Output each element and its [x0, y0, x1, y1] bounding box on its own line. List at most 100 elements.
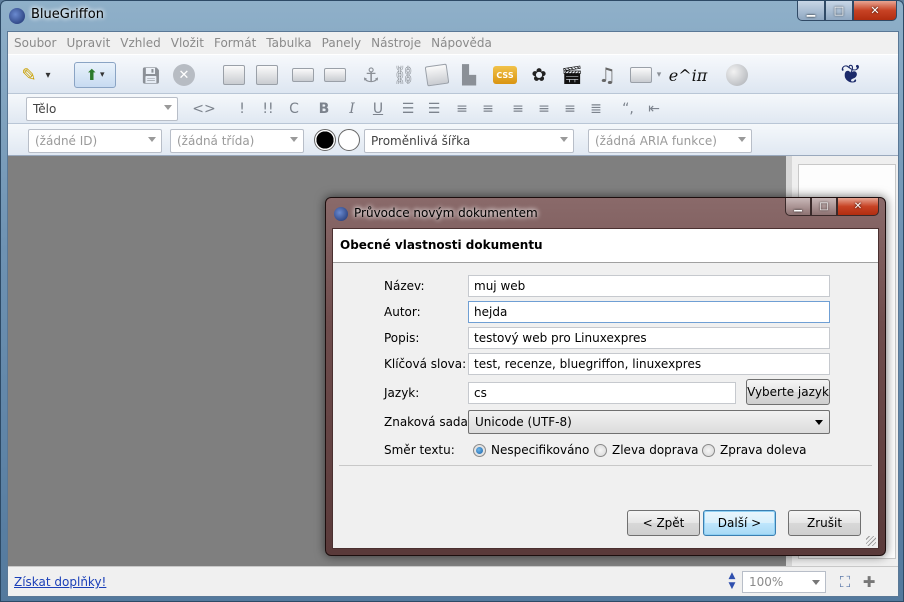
menu-panely[interactable]: Panely [322, 36, 361, 50]
author-input[interactable]: hejda [468, 301, 830, 323]
insert-table-icon[interactable] [221, 62, 247, 88]
menu-soubor[interactable]: Soubor [14, 36, 56, 50]
bluegriffon-app-icon [9, 8, 25, 24]
strong-button[interactable]: !! [258, 98, 278, 120]
code-tag-button[interactable]: <> [190, 98, 218, 120]
direction-rtl-label[interactable]: Zprava doleva [720, 443, 807, 457]
status-bar: Získat doplňky! ▲ ▼ 100% ⛶ ✚ [8, 566, 898, 596]
dialog-header: Obecné vlastnosti dokumentu [333, 229, 878, 263]
bluegriffon-logo-icon: ❦ [840, 60, 862, 90]
chevron-down-icon [560, 137, 568, 142]
resize-grip-icon[interactable] [866, 536, 876, 546]
align-center-icon[interactable]: ≡ [534, 98, 554, 120]
quote-button[interactable]: “, [618, 98, 638, 120]
outdent-icon[interactable]: ≡ [452, 98, 472, 120]
object-dropdown-arrow-icon[interactable]: ▾ [653, 62, 665, 88]
code-button[interactable]: C [284, 98, 304, 120]
new-dropdown-arrow-icon[interactable]: ▾ [42, 62, 54, 88]
css-icon[interactable]: CSS [492, 62, 518, 88]
window-object-icon[interactable] [628, 62, 654, 88]
blocks-icon[interactable]: ▙ [456, 62, 482, 88]
new-document-wizard-dialog: Průvodce novým dokumentem ▁ □ ✕ Obecné v… [325, 197, 886, 556]
class-select[interactable]: (žádná třída) [170, 129, 304, 153]
menu-format[interactable]: Formát [214, 36, 256, 50]
menu-vlozit[interactable]: Vložit [171, 36, 204, 50]
save-disk-icon[interactable]: 💾︎ [138, 62, 164, 88]
chevron-down-icon [738, 137, 746, 142]
title-bar[interactable]: BlueGriffon ▁ □ ✕ [1, 1, 903, 31]
width-select[interactable]: Proměnlivá šířka [364, 129, 574, 153]
math-formula-icon[interactable]: e^iπ [668, 62, 708, 88]
menu-vzhled[interactable]: Vzhled [120, 36, 160, 50]
get-addons-link[interactable]: Získat doplňky! [14, 575, 106, 589]
dialog-client-area: Obecné vlastnosti dokumentu Název: muj w… [332, 228, 879, 549]
underline-button[interactable]: U [368, 98, 388, 120]
direction-unspecified-radio[interactable] [473, 444, 486, 457]
insert-media-icon[interactable] [322, 62, 348, 88]
direction-ltr-label[interactable]: Zleva doprava [612, 443, 699, 457]
align-left-icon[interactable]: ≡ [508, 98, 528, 120]
zoom-spinner-icon[interactable]: ▲ ▼ [726, 571, 738, 593]
main-toolbar: ✎ ▾ ⬆ ▾ 💾︎ ✕ ⚓︎ ⛓︎ ▙ CSS ✿ 🎬︎ ♫ ▾ e^iπ ❦ [8, 54, 898, 94]
indent-icon[interactable]: ≡ [478, 98, 498, 120]
italic-button[interactable]: I [342, 98, 362, 120]
text-color-swatch[interactable] [314, 129, 336, 151]
open-folder-icon[interactable]: ⬆ ▾ [74, 62, 116, 88]
insert-table-alt-icon[interactable] [254, 62, 280, 88]
description-input[interactable]: testový web pro Linuxexpres [468, 327, 830, 349]
fullscreen-icon[interactable]: ⛶ [836, 573, 854, 591]
choose-language-button[interactable]: Vyberte jazyk [746, 379, 830, 405]
dialog-app-icon [334, 207, 348, 221]
dialog-close-button[interactable]: ✕ [837, 198, 879, 216]
direction-ltr-radio[interactable] [594, 444, 607, 457]
cancel-button[interactable]: Zrušit [788, 510, 861, 536]
link-icon[interactable]: ⛓︎ [391, 62, 417, 88]
keywords-input[interactable]: test, recenze, bluegriffon, linuxexpres [468, 353, 830, 375]
puzzle-addon-icon[interactable]: ✚ [860, 573, 878, 591]
aria-role-select[interactable]: (žádná ARIA funkce) [588, 129, 752, 153]
zoom-select[interactable]: 100% [742, 571, 826, 593]
direction-icon[interactable]: ⇤ [644, 98, 664, 120]
flower-icon[interactable]: ✿ [526, 62, 552, 88]
align-right-icon[interactable]: ≡ [560, 98, 580, 120]
id-select[interactable]: (žádné ID) [28, 129, 162, 153]
bullet-list-icon[interactable]: ☰ [398, 98, 418, 120]
window-controls: ▁ □ ✕ [797, 1, 897, 21]
charset-select[interactable]: Unicode (UTF-8) [468, 410, 830, 434]
menu-napoveda[interactable]: Nápověda [431, 36, 492, 50]
bold-button[interactable]: B [314, 98, 334, 120]
pencil-new-icon[interactable]: ✎ [16, 62, 42, 88]
chevron-down-icon [148, 137, 156, 142]
direction-unspecified-label[interactable]: Nespecifikováno [491, 443, 589, 457]
emphasis-button[interactable]: ! [232, 98, 252, 120]
menu-tabulka[interactable]: Tabulka [266, 36, 311, 50]
back-button[interactable]: < Zpět [627, 510, 700, 536]
numbered-list-icon[interactable]: ☰ [424, 98, 444, 120]
form-icon[interactable] [424, 62, 450, 88]
language-input[interactable]: cs [468, 382, 736, 404]
chevron-down-icon [290, 137, 298, 142]
video-clapper-icon[interactable]: 🎬︎ [559, 62, 585, 88]
dialog-maximize-button[interactable]: □ [811, 198, 837, 216]
justify-icon[interactable]: ≣ [586, 98, 606, 120]
window-title: BlueGriffon [31, 7, 104, 22]
anchor-icon[interactable]: ⚓︎ [358, 62, 384, 88]
menu-nastroje[interactable]: Nástroje [371, 36, 421, 50]
maximize-button[interactable]: □ [825, 1, 853, 21]
background-color-swatch[interactable] [338, 129, 360, 151]
dialog-minimize-button[interactable]: ▁ [785, 198, 811, 216]
block-format-select[interactable]: Tělo [26, 97, 178, 121]
menu-upravit[interactable]: Upravit [66, 36, 110, 50]
menu-bar: Soubor Upravit Vzhled Vložit Formát Tabu… [8, 32, 898, 54]
next-button[interactable]: Další > [703, 510, 776, 536]
close-document-icon[interactable]: ✕ [171, 62, 197, 88]
insert-image-icon[interactable] [290, 62, 316, 88]
close-window-button[interactable]: ✕ [853, 1, 897, 21]
direction-rtl-radio[interactable] [702, 444, 715, 457]
description-label: Popis: [384, 331, 420, 345]
name-label: Název: [384, 279, 425, 293]
name-input[interactable]: muj web [468, 275, 830, 297]
minimize-button[interactable]: ▁ [797, 1, 825, 21]
globe-icon[interactable] [724, 62, 750, 88]
audio-note-icon[interactable]: ♫ [594, 62, 620, 88]
